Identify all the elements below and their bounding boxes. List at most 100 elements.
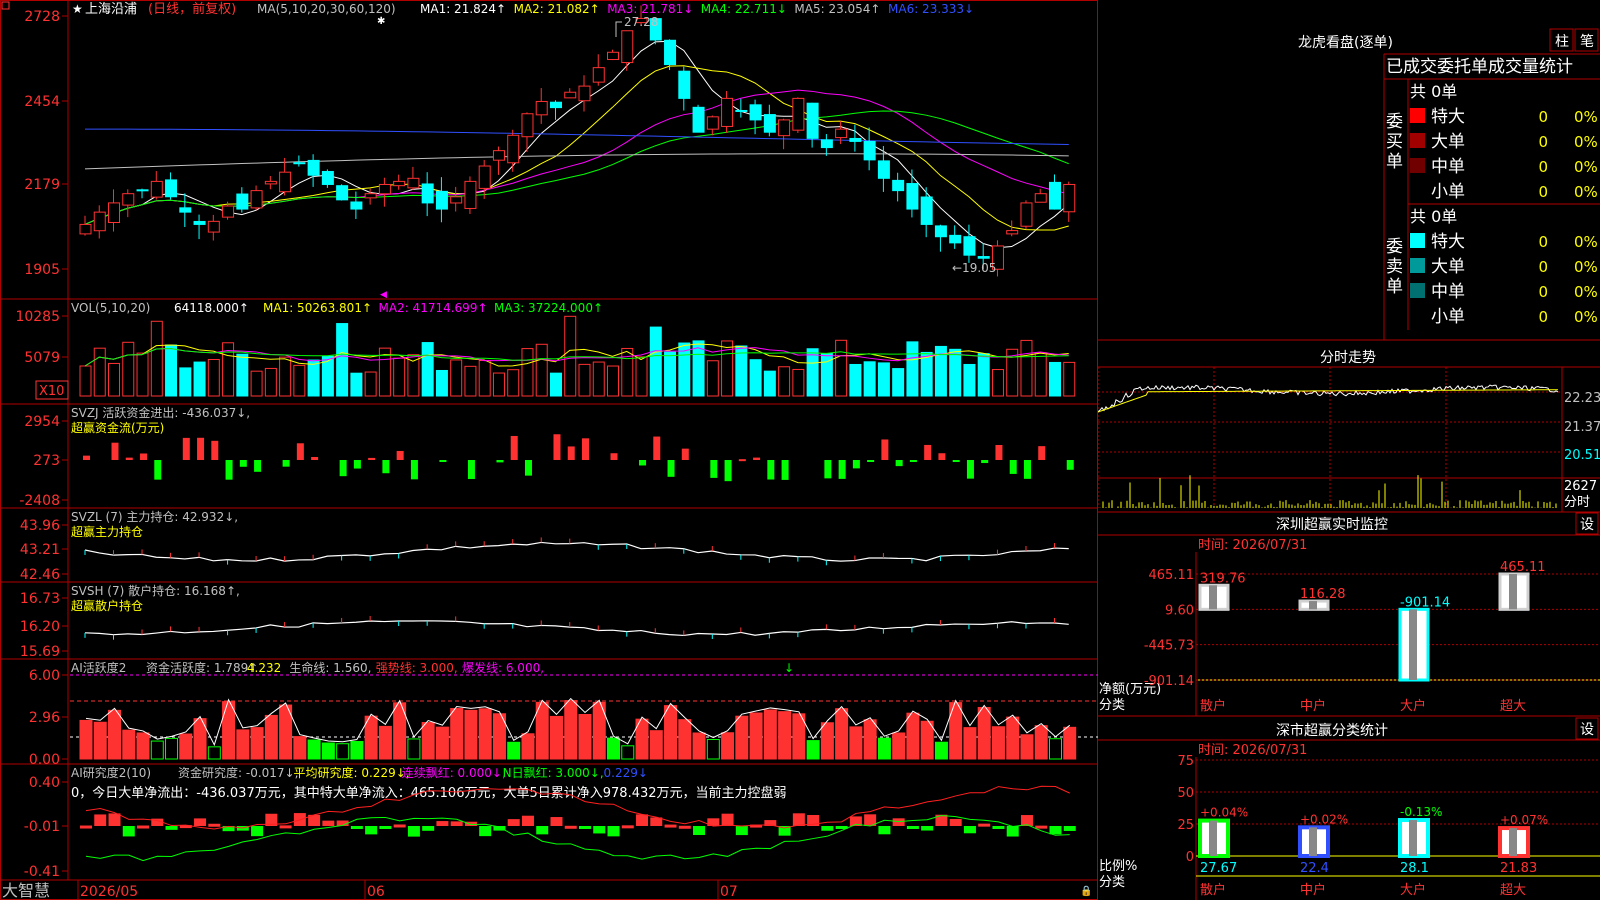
ai-active-bar bbox=[749, 712, 763, 760]
volume-bar bbox=[1020, 339, 1033, 397]
legend-item: 4.232 bbox=[247, 661, 281, 675]
ai-active-y-axis: 6.00 2.96 0.00 bbox=[29, 668, 68, 768]
volume-bar bbox=[264, 367, 277, 397]
candle-body bbox=[122, 193, 135, 206]
ai-research-bar bbox=[664, 824, 677, 828]
ai-research-bar bbox=[165, 826, 178, 830]
ai-research-bar bbox=[1049, 826, 1062, 835]
star-icon[interactable]: ★ bbox=[72, 2, 83, 16]
ai-active-bar bbox=[991, 726, 1005, 760]
monitor-y-tick: 9.60 bbox=[1165, 603, 1194, 618]
ai-active-bar bbox=[678, 719, 692, 760]
monitor-bar-label: 319.76 bbox=[1200, 571, 1246, 586]
candle-body bbox=[934, 225, 947, 238]
classify-value: 27.67 bbox=[1200, 861, 1237, 876]
monitor-category: 大户 bbox=[1400, 698, 1426, 714]
candlesticks bbox=[79, 5, 1076, 277]
ai-research-bar bbox=[621, 825, 634, 829]
y-tick-label: 0.40 bbox=[29, 775, 60, 791]
candle-body bbox=[792, 97, 805, 131]
panel-menu-icon[interactable] bbox=[1, 1, 10, 10]
order-pct: 0% bbox=[1574, 233, 1598, 251]
volume-bar bbox=[136, 352, 149, 397]
classify-y-label: 比例% bbox=[1099, 859, 1137, 874]
ai-research-summary: 0，今日大单净流出：-436.037万元，其中特大单净流入：465.106万元，… bbox=[71, 785, 787, 801]
ai-research-bar bbox=[906, 826, 919, 829]
volume-bar bbox=[792, 368, 805, 397]
ai-active-bar bbox=[1034, 725, 1048, 760]
candle-body bbox=[607, 51, 620, 61]
y-tick-label: 43.96 bbox=[20, 518, 60, 534]
volume-bar bbox=[250, 370, 263, 397]
candle-body bbox=[749, 104, 762, 121]
svzj-bar bbox=[182, 437, 190, 460]
chart-frame bbox=[0, 0, 1098, 900]
svzj-bar bbox=[83, 455, 90, 460]
ai-active-label: AI活跃度2 bbox=[71, 660, 126, 675]
svzj-sublabel: 超赢资金流(万元) bbox=[71, 420, 164, 435]
candle-body bbox=[507, 134, 520, 164]
y-tick-label: -0.41 bbox=[24, 864, 60, 880]
candle-body bbox=[835, 128, 848, 139]
volume-bar bbox=[307, 359, 320, 397]
classify-bar-shade bbox=[1509, 828, 1517, 856]
classify-settings-label[interactable]: 设 bbox=[1580, 722, 1594, 738]
classify-value: 21.83 bbox=[1500, 861, 1537, 876]
x-tick-label: 06 bbox=[367, 884, 385, 900]
ai-research-bar bbox=[365, 826, 378, 835]
bar-mode-label[interactable]: 柱 bbox=[1555, 34, 1569, 50]
monitor-x-label: 分类 bbox=[1099, 698, 1125, 713]
lock-icon[interactable]: 🔒 bbox=[1080, 885, 1092, 897]
ai-research-bar bbox=[892, 818, 905, 826]
intraday-title: 分时走势 bbox=[1320, 350, 1376, 366]
ai-research-bar bbox=[821, 826, 834, 831]
candle-body bbox=[293, 162, 306, 165]
candle-body bbox=[521, 113, 534, 138]
monitor-category: 中户 bbox=[1300, 698, 1326, 714]
candle-body bbox=[664, 39, 677, 66]
ai-active-bar bbox=[250, 727, 264, 760]
ai-research-bar bbox=[1063, 826, 1076, 831]
svzj-bar bbox=[1066, 460, 1074, 470]
ai-active-bars bbox=[70, 674, 1098, 760]
candle-body bbox=[877, 160, 890, 179]
svzj-bar bbox=[724, 460, 732, 482]
svzj-bar bbox=[524, 460, 532, 476]
svzl-sublabel: 超赢主力持仓 bbox=[71, 524, 143, 539]
intraday-price-tick: 20.51 bbox=[1564, 448, 1600, 463]
order-count: 0 bbox=[1538, 158, 1548, 176]
stroke-mode-label[interactable]: 笔 bbox=[1580, 34, 1594, 50]
ai-active-bar bbox=[863, 719, 877, 760]
legend-item: 强势线: 3.000, bbox=[376, 661, 458, 675]
svzj-bar bbox=[824, 460, 832, 479]
volume-bar bbox=[1034, 352, 1047, 397]
intraday-chart[interactable]: 22.23 21.37 20.51 2627分时 bbox=[1098, 367, 1600, 512]
ai-active-bar bbox=[1063, 726, 1077, 760]
ai-active-bar bbox=[435, 726, 449, 760]
classify-time: 时间: 2026/07/31 bbox=[1198, 743, 1307, 758]
candle-body bbox=[778, 119, 791, 137]
svzj-bar bbox=[439, 460, 447, 462]
candle-body bbox=[165, 179, 178, 198]
candle-body bbox=[478, 165, 491, 189]
indicator-line bbox=[84, 541, 1069, 562]
candle-body bbox=[421, 183, 434, 204]
monitor-settings-label[interactable]: 设 bbox=[1580, 517, 1594, 533]
order-pct: 0% bbox=[1574, 133, 1598, 151]
right-side-panel: 龙虎看盘(逐单) 柱 笔 已成交委托单成交量统计 共 0单委买单特大 0 0%大单 0… bbox=[1098, 28, 1600, 900]
vol-label: VOL(5,10,20) bbox=[71, 301, 150, 315]
candle-body bbox=[222, 205, 235, 218]
main-chart-area[interactable]: ★ 上海沿浦 (日线，前复权) MA(5,10,20,30,60,120) MA… bbox=[0, 0, 1098, 900]
candle-body bbox=[863, 140, 876, 161]
ai-active-bar bbox=[564, 700, 578, 760]
svzj-bar bbox=[496, 460, 504, 463]
candle-body bbox=[920, 196, 933, 225]
svzj-bar bbox=[881, 439, 889, 460]
vol-unit[interactable]: X10 bbox=[39, 384, 64, 399]
svzj-bar bbox=[368, 457, 376, 460]
volume-bar bbox=[963, 363, 976, 397]
classify-x-label: 分类 bbox=[1099, 875, 1125, 890]
candle-body bbox=[193, 220, 206, 225]
cursor-marker-icon: ◀ bbox=[380, 290, 387, 300]
order-color-swatch bbox=[1410, 108, 1425, 123]
